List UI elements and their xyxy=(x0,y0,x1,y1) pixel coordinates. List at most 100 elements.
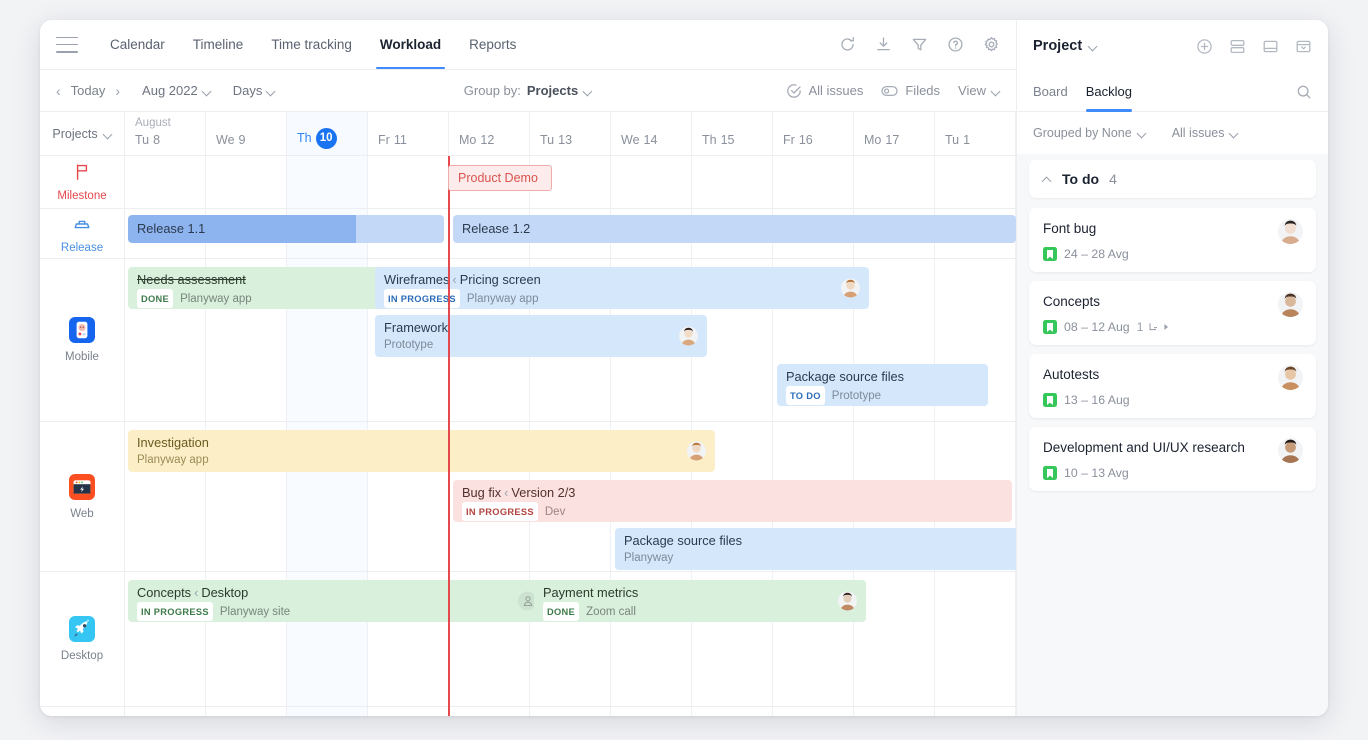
tab-time-tracking[interactable]: Time tracking xyxy=(257,20,366,69)
group-by-label: Group by: xyxy=(464,83,521,98)
day-column-header[interactable]: Fr11 xyxy=(368,112,449,155)
task-bar-title-row: Bug fix‹Version 2/3 xyxy=(462,485,1004,501)
settings-icon[interactable] xyxy=(982,36,1000,54)
chevron-down-icon xyxy=(1230,129,1238,137)
day-column-header[interactable]: Mo17 xyxy=(854,112,935,155)
day-label: Tu8 xyxy=(135,132,160,149)
task-bar-title-row: Payment metrics xyxy=(543,585,858,601)
backlog-card[interactable]: Concepts08 – 12 Aug1 xyxy=(1029,281,1316,345)
grouped-by-filter[interactable]: Grouped by None xyxy=(1033,126,1146,140)
task-bar[interactable]: Release 1.1 xyxy=(128,215,444,243)
card-title: Development and UI/UX research xyxy=(1043,439,1302,457)
bookmark-icon xyxy=(1043,393,1057,407)
backlog-card[interactable]: Font bug24 – 28 Avg xyxy=(1029,208,1316,272)
task-bar[interactable]: Bug fix‹Version 2/3IN PROGRESSDev xyxy=(453,480,1012,522)
tab-board[interactable]: Board xyxy=(1033,72,1068,112)
day-column-header[interactable]: Th10 xyxy=(287,112,368,155)
task-bar[interactable]: Payment metricsDONEZoom call xyxy=(534,580,866,622)
backlog-card[interactable]: Autotests13 – 16 Aug xyxy=(1029,354,1316,418)
day-label: Mo12 xyxy=(459,132,494,149)
day-column-header[interactable]: Fr16 xyxy=(773,112,854,155)
row-label-release[interactable]: Release xyxy=(40,209,124,259)
task-title: Needs assessment xyxy=(137,272,246,287)
fields-filter[interactable]: Fileds xyxy=(881,83,940,98)
task-title: Package source files xyxy=(624,533,742,548)
task-bar-title-row: Package source files xyxy=(786,369,980,385)
group-by-value: Projects xyxy=(527,83,578,98)
today-button[interactable]: Today xyxy=(71,83,106,98)
backlog-group-todo[interactable]: To do 4 xyxy=(1029,160,1316,198)
view-label: View xyxy=(958,83,986,98)
panel-header: Project xyxy=(1017,20,1328,72)
group-by-control[interactable]: Group by: Projects xyxy=(464,83,592,98)
row-label-desktop[interactable]: Desktop xyxy=(40,572,124,707)
card-date: 10 – 13 Avg xyxy=(1064,466,1129,480)
day-column-header[interactable]: We14 xyxy=(611,112,692,155)
task-bar-meta-row: IN PROGRESSPlanyway site xyxy=(137,602,537,621)
next-period-button[interactable]: › xyxy=(115,84,120,98)
backlog-card[interactable]: Development and UI/UX research 10 – 13 Av… xyxy=(1029,427,1316,491)
scale-selector[interactable]: Days xyxy=(233,83,276,98)
row-label-milestone[interactable]: Milestone xyxy=(40,156,124,209)
tab-calendar[interactable]: Calendar xyxy=(96,20,179,69)
day-column-header[interactable]: AugustTu8 xyxy=(125,112,206,155)
download-icon[interactable] xyxy=(874,36,892,54)
task-title: Framework xyxy=(384,320,448,335)
day-column-header[interactable]: Tu1 xyxy=(935,112,1016,155)
hamburger-icon[interactable] xyxy=(56,37,78,53)
day-column-header[interactable]: We9 xyxy=(206,112,287,155)
card-title: Font bug xyxy=(1043,220,1302,238)
day-label: Fr11 xyxy=(378,132,407,149)
tab-timeline[interactable]: Timeline xyxy=(179,20,258,69)
panel-view-icon[interactable] xyxy=(1262,38,1279,55)
status-badge: DONE xyxy=(543,602,579,621)
task-bar[interactable]: Framework Prototype xyxy=(375,315,707,357)
issues-filter-label: All issues xyxy=(1172,126,1225,140)
split-view-icon[interactable] xyxy=(1229,38,1246,55)
web-app-icon xyxy=(69,474,95,503)
task-bar[interactable]: InvestigationPlanyway app xyxy=(128,430,715,472)
task-parent: Version 2/3 xyxy=(511,485,575,500)
panel-header-actions xyxy=(1196,38,1312,55)
month-selector[interactable]: Aug 2022 xyxy=(142,83,211,98)
add-circle-icon[interactable] xyxy=(1196,38,1213,55)
group-count: 4 xyxy=(1109,171,1117,187)
today-marker-line xyxy=(448,156,450,716)
task-bar[interactable]: Release 1.2 xyxy=(453,215,1016,243)
task-bar-title-row: Concepts‹Desktop xyxy=(137,585,537,601)
day-column-header[interactable]: Mo12 xyxy=(449,112,530,155)
project-selector[interactable]: Project xyxy=(1033,38,1097,54)
task-parent: Pricing screen xyxy=(460,272,541,287)
task-bar[interactable]: Concepts‹DesktopIN PROGRESSPlanyway site xyxy=(128,580,545,622)
task-project: Dev xyxy=(545,504,565,520)
day-column-header[interactable]: Tu13 xyxy=(530,112,611,155)
issues-filter[interactable]: All issues xyxy=(1172,126,1239,140)
row-label-mobile[interactable]: Mobile xyxy=(40,259,124,422)
chevron-down-icon xyxy=(104,130,112,138)
filter-icon[interactable] xyxy=(910,36,928,54)
tab-reports[interactable]: Reports xyxy=(455,20,530,69)
task-bar[interactable]: Package source filesPlanyway xyxy=(615,528,1016,570)
search-icon[interactable] xyxy=(1296,84,1312,100)
all-issues-filter[interactable]: All issues xyxy=(786,83,863,99)
refresh-icon[interactable] xyxy=(838,36,856,54)
milestone-product-demo[interactable]: Product Demo xyxy=(448,165,552,191)
avatar xyxy=(1278,365,1303,390)
tab-backlog[interactable]: Backlog xyxy=(1086,72,1132,112)
task-bar[interactable]: Package source filesTO DOPrototype xyxy=(777,364,988,406)
collapse-panel-icon[interactable] xyxy=(1295,38,1312,55)
task-project: Prototype xyxy=(384,337,433,353)
task-bar-title-row: Release 1.2 xyxy=(462,221,1008,237)
view-selector[interactable]: View xyxy=(958,83,1000,98)
day-column-header[interactable]: Th15 xyxy=(692,112,773,155)
row-label-web[interactable]: Web xyxy=(40,422,124,572)
fields-label: Fileds xyxy=(905,83,940,98)
day-label: Tu13 xyxy=(540,132,572,149)
day-label: Th15 xyxy=(702,132,735,149)
tab-workload[interactable]: Workload xyxy=(366,20,455,69)
help-icon[interactable] xyxy=(946,36,964,54)
projects-column-header[interactable]: Projects xyxy=(40,112,125,155)
card-date: 08 – 12 Aug xyxy=(1064,320,1130,334)
prev-period-button[interactable]: ‹ xyxy=(56,84,61,98)
task-bar-meta-row: TO DOPrototype xyxy=(786,386,980,405)
